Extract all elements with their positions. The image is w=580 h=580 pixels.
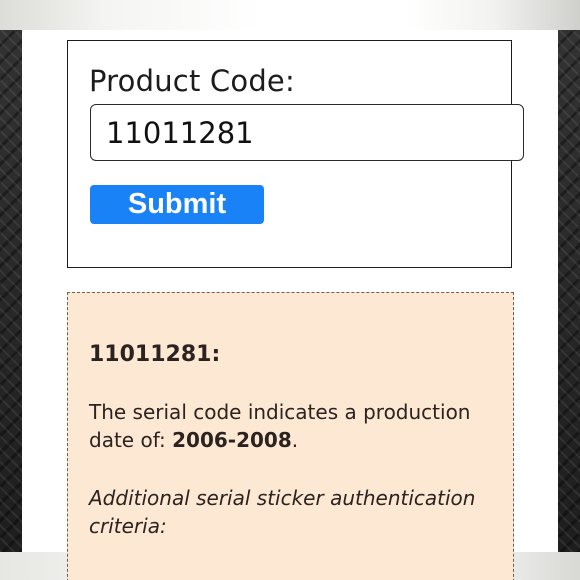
production-date-text: The serial code indicates a production d… xyxy=(89,398,489,454)
top-edge-background xyxy=(0,0,580,30)
product-code-input[interactable] xyxy=(90,104,524,161)
production-date-value: 2006-2008 xyxy=(172,428,292,452)
left-textured-border xyxy=(0,30,22,552)
submit-button[interactable]: Submit xyxy=(90,185,264,224)
authentication-criteria-text: Additional serial sticker authentication… xyxy=(89,486,476,538)
result-code-heading: 11011281: xyxy=(89,342,221,367)
production-date-suffix: . xyxy=(291,428,299,452)
right-textured-border xyxy=(558,30,580,552)
product-code-label: Product Code: xyxy=(89,64,295,98)
screen: Product Code: Submit 11011281: The seria… xyxy=(0,0,580,580)
